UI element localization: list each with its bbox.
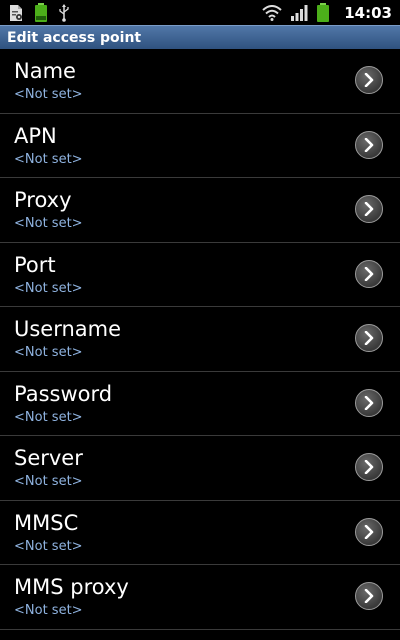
item-summary: <Not set> [14, 538, 83, 554]
status-right-icons: 14:03 [262, 2, 392, 24]
item-title: Password [14, 381, 113, 406]
item-summary: <Not set> [14, 151, 83, 167]
wifi-icon [262, 5, 282, 21]
item-title: Username [14, 317, 122, 341]
chevron-right-icon[interactable] [355, 388, 383, 417]
item-summary: <Not set> [14, 474, 83, 489]
battery-charging-icon [34, 3, 48, 23]
item-summary: <Not set> [14, 409, 83, 425]
item-summary: <Not set> [14, 280, 83, 296]
item-title: Proxy [14, 188, 72, 212]
list-item-proxy[interactable]: Proxy <Not set> [0, 178, 400, 243]
chevron-right-icon[interactable] [355, 324, 383, 352]
item-title: Name [14, 59, 76, 83]
status-left-icons [8, 3, 70, 23]
item-title: APN [14, 123, 57, 148]
list-item-password[interactable]: Password <Not set> [0, 372, 400, 436]
chevron-right-icon[interactable] [355, 517, 383, 546]
screen: 14:03 Edit access point Name <Not set> APN… [0, 0, 400, 640]
list-item-username[interactable]: Username <Not set> [0, 307, 400, 372]
battery-icon [316, 3, 330, 23]
list-item-mms-proxy[interactable]: MMS proxy <Not set> [0, 565, 400, 630]
item-summary: <Not set> [14, 216, 83, 231]
status-time: 14:03 [344, 4, 392, 22]
item-summary: <Not set> [14, 345, 83, 360]
document-settings-icon [8, 4, 24, 22]
status-bar: 14:03 [0, 0, 400, 25]
chevron-right-icon[interactable] [355, 259, 383, 288]
item-summary: <Not set> [14, 603, 83, 618]
list-item-name[interactable]: Name <Not set> [0, 49, 400, 114]
list-item-port[interactable]: Port <Not set> [0, 243, 400, 307]
item-summary: <Not set> [14, 87, 83, 102]
chevron-right-icon[interactable] [355, 453, 383, 481]
page-title: Edit access point [7, 30, 142, 46]
item-title: MMSC [14, 510, 79, 535]
item-title: Port [14, 252, 56, 277]
title-bar: Edit access point [0, 25, 400, 49]
usb-icon [58, 4, 70, 22]
chevron-right-icon[interactable] [355, 582, 383, 610]
chevron-right-icon[interactable] [355, 195, 383, 223]
item-title: Server [14, 446, 83, 470]
chevron-right-icon[interactable] [355, 66, 383, 94]
list-item-apn[interactable]: APN <Not set> [0, 114, 400, 178]
list-item-server[interactable]: Server <Not set> [0, 436, 400, 501]
signal-icon [290, 4, 308, 22]
list-item-mmsc[interactable]: MMSC <Not set> [0, 501, 400, 565]
item-title: MMS proxy [14, 575, 129, 599]
preference-list: Name <Not set> APN <Not set> Proxy <Not set> P… [0, 49, 400, 630]
chevron-right-icon[interactable] [355, 130, 383, 159]
